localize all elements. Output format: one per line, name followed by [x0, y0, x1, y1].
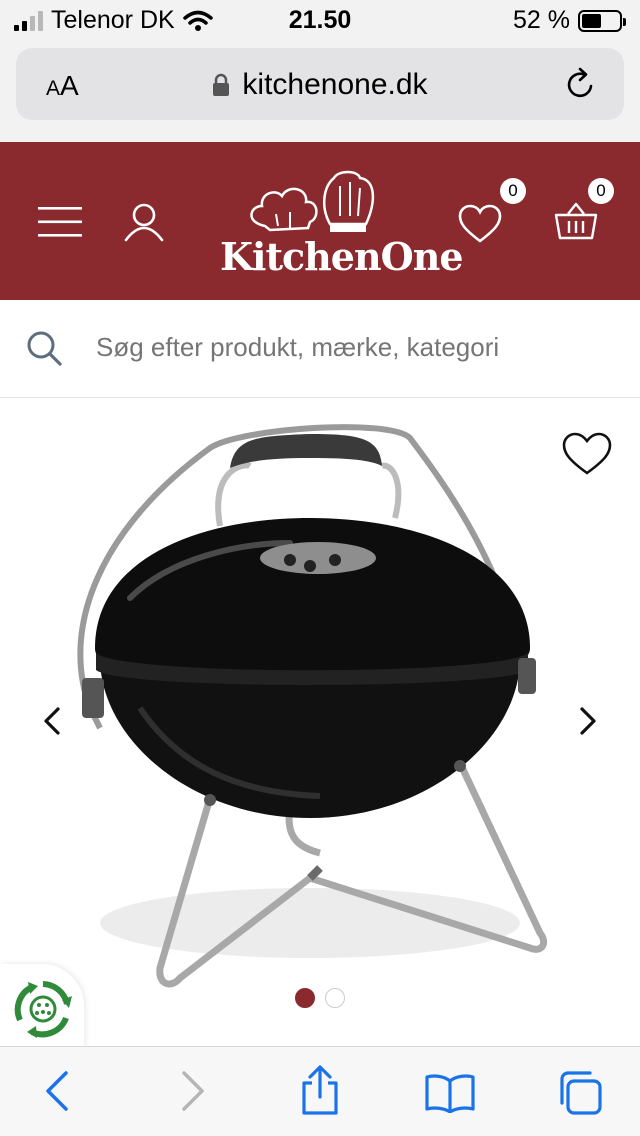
back-icon[interactable] [44, 1069, 70, 1113]
site-logo[interactable]: KitchenOne [220, 166, 464, 286]
menu-icon[interactable] [38, 206, 82, 238]
recycle-icon [14, 981, 72, 1038]
sustainability-badge[interactable] [0, 964, 84, 1048]
browser-chrome: AA kitchenone.dk [0, 40, 640, 142]
forward-icon[interactable] [180, 1069, 206, 1113]
search-input[interactable] [96, 332, 616, 363]
product-gallery [0, 398, 640, 1048]
cart-count-badge: 0 [588, 178, 614, 204]
address-bar[interactable]: AA kitchenone.dk [16, 48, 624, 120]
chevron-right-icon[interactable] [578, 706, 598, 736]
reload-icon[interactable] [564, 66, 598, 102]
site-header: KitchenOne 0 0 [0, 142, 640, 300]
gallery-dot-2[interactable] [325, 988, 345, 1008]
add-to-wishlist-heart-icon[interactable] [562, 432, 612, 476]
tabs-icon[interactable] [556, 1069, 604, 1117]
chevron-left-icon[interactable] [42, 706, 62, 736]
search-bar[interactable] [0, 300, 640, 398]
user-icon[interactable] [124, 202, 164, 242]
gallery-dot-1[interactable] [295, 988, 315, 1008]
gallery-pagination [0, 988, 640, 1008]
heart-icon[interactable] [458, 204, 502, 244]
basket-icon[interactable] [554, 202, 598, 240]
bookmarks-icon[interactable] [424, 1073, 476, 1113]
logo-text: KitchenOne [220, 234, 464, 279]
battery-icon [578, 9, 626, 32]
search-icon[interactable] [26, 330, 62, 366]
lock-icon [213, 73, 230, 96]
status-right: 52 % [513, 6, 626, 35]
battery-percent: 52 % [513, 6, 570, 34]
status-bar: Telenor DK 21.50 52 % [0, 0, 640, 40]
share-icon[interactable] [298, 1065, 342, 1117]
url-display[interactable]: kitchenone.dk [16, 68, 624, 102]
wishlist-count-badge: 0 [500, 178, 526, 204]
url-text: kitchenone.dk [242, 68, 428, 101]
chef-hats-logo-icon [250, 170, 374, 232]
product-image[interactable] [60, 408, 580, 1008]
browser-toolbar [0, 1046, 640, 1136]
